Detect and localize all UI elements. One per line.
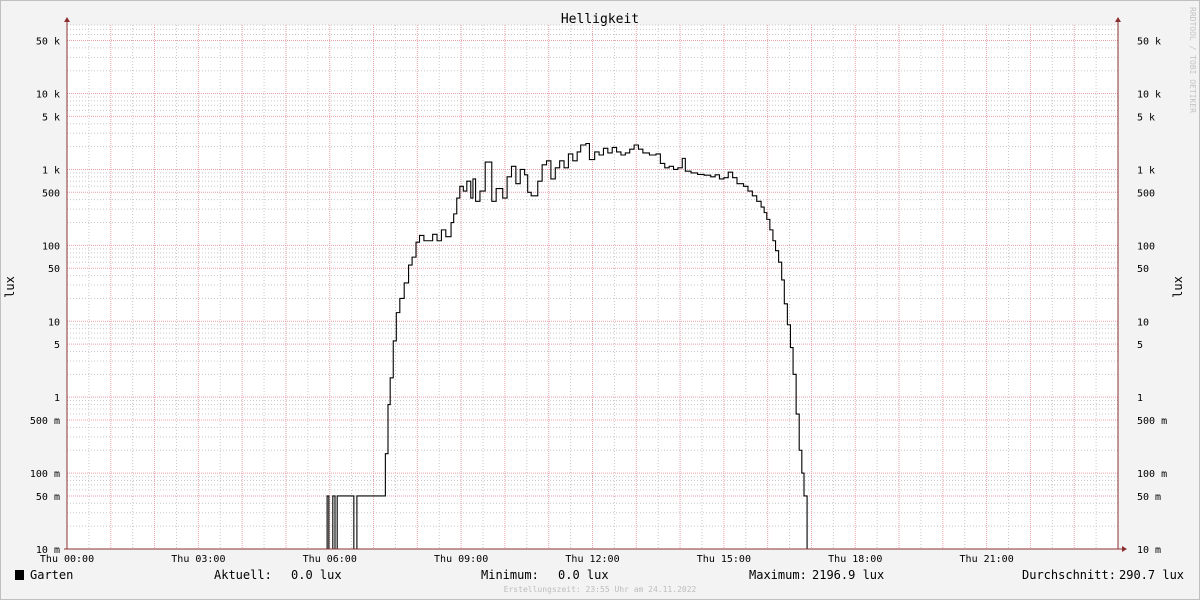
- stat-max-label: Maximum:: [749, 568, 807, 582]
- y-tick-label: 500: [42, 188, 60, 199]
- y-tick-label: 500 m: [30, 416, 60, 427]
- stat-avg-label: Durchschnitt:: [1022, 568, 1116, 582]
- y-tick-label: 100 m: [1137, 469, 1167, 480]
- y-tick-label: 50: [48, 264, 60, 275]
- y-tick-label: 50 m: [36, 492, 60, 503]
- y-tick-label: 10 m: [1137, 545, 1161, 556]
- x-tick-label: Thu 15:00: [697, 554, 751, 565]
- y-tick-label: 5 k: [42, 112, 60, 123]
- chart-title: Helligkeit: [561, 12, 639, 27]
- stat-max-value: 2196.9 lux: [812, 568, 884, 582]
- y-tick-label: 50: [1137, 264, 1149, 275]
- y-tick-label: 500 m: [1137, 416, 1167, 427]
- y-tick-label: 50 k: [36, 36, 60, 47]
- y-tick-label: 500: [1137, 188, 1155, 199]
- x-tick-label: Thu 12:00: [565, 554, 619, 565]
- y-tick-label: 1 k: [42, 165, 60, 176]
- y-tick-label: 10: [48, 317, 60, 328]
- watermark: RRDTOOL / TOBI OETIKER: [1188, 7, 1197, 113]
- y-tick-label: 100: [42, 241, 60, 252]
- y-tick-label: 50 m: [1137, 492, 1161, 503]
- stat-avg-value: 290.7 lux: [1119, 568, 1184, 582]
- x-tick-label: Thu 18:00: [828, 554, 882, 565]
- y-tick-label: 1: [1137, 393, 1143, 404]
- x-tick-label: Thu 21:00: [960, 554, 1014, 565]
- y-tick-label: 5: [54, 340, 60, 351]
- y-tick-label: 1: [54, 393, 60, 404]
- y-tick-label: 100 m: [30, 469, 60, 480]
- y-tick-label: 5: [1137, 340, 1143, 351]
- legend-label-garten: Garten: [30, 568, 73, 582]
- brightness-chart: 10 m 50 m 100 m 500 m 1 5 10 50 100 500 1 k 5 k 10 k…: [0, 0, 1200, 600]
- y-tick-label: 100: [1137, 241, 1155, 252]
- x-tick-label: Thu 03:00: [171, 554, 225, 565]
- chart-root: 10 m 50 m 100 m 500 m 1 5 10 50 100 500 1 k 5 k 10 k…: [0, 0, 1200, 600]
- legend-swatch-garten: [15, 570, 24, 580]
- y-tick-label: 10: [1137, 317, 1149, 328]
- x-tick-label: Thu 00:00: [40, 554, 94, 565]
- y-tick-label: 5 k: [1137, 112, 1155, 123]
- y-tick-label: 50 k: [1137, 36, 1161, 47]
- footer-timestamp: Erstellungszeit: 23:55 Uhr am 24.11.2022: [504, 585, 697, 594]
- stat-current-label: Aktuell:: [214, 568, 272, 582]
- y-tick-label: 10 k: [36, 90, 60, 101]
- stat-current-value: 0.0 lux: [291, 568, 342, 582]
- y-axis-label-right: lux: [1171, 276, 1185, 298]
- y-tick-label: 1 k: [1137, 165, 1155, 176]
- stat-min-label: Minimum:: [481, 568, 539, 582]
- y-tick-label: 10 k: [1137, 90, 1161, 101]
- y-axis-label-left: lux: [3, 276, 17, 298]
- x-tick-label: Thu 06:00: [303, 554, 357, 565]
- x-tick-label: Thu 09:00: [434, 554, 488, 565]
- stat-min-value: 0.0 lux: [558, 568, 609, 582]
